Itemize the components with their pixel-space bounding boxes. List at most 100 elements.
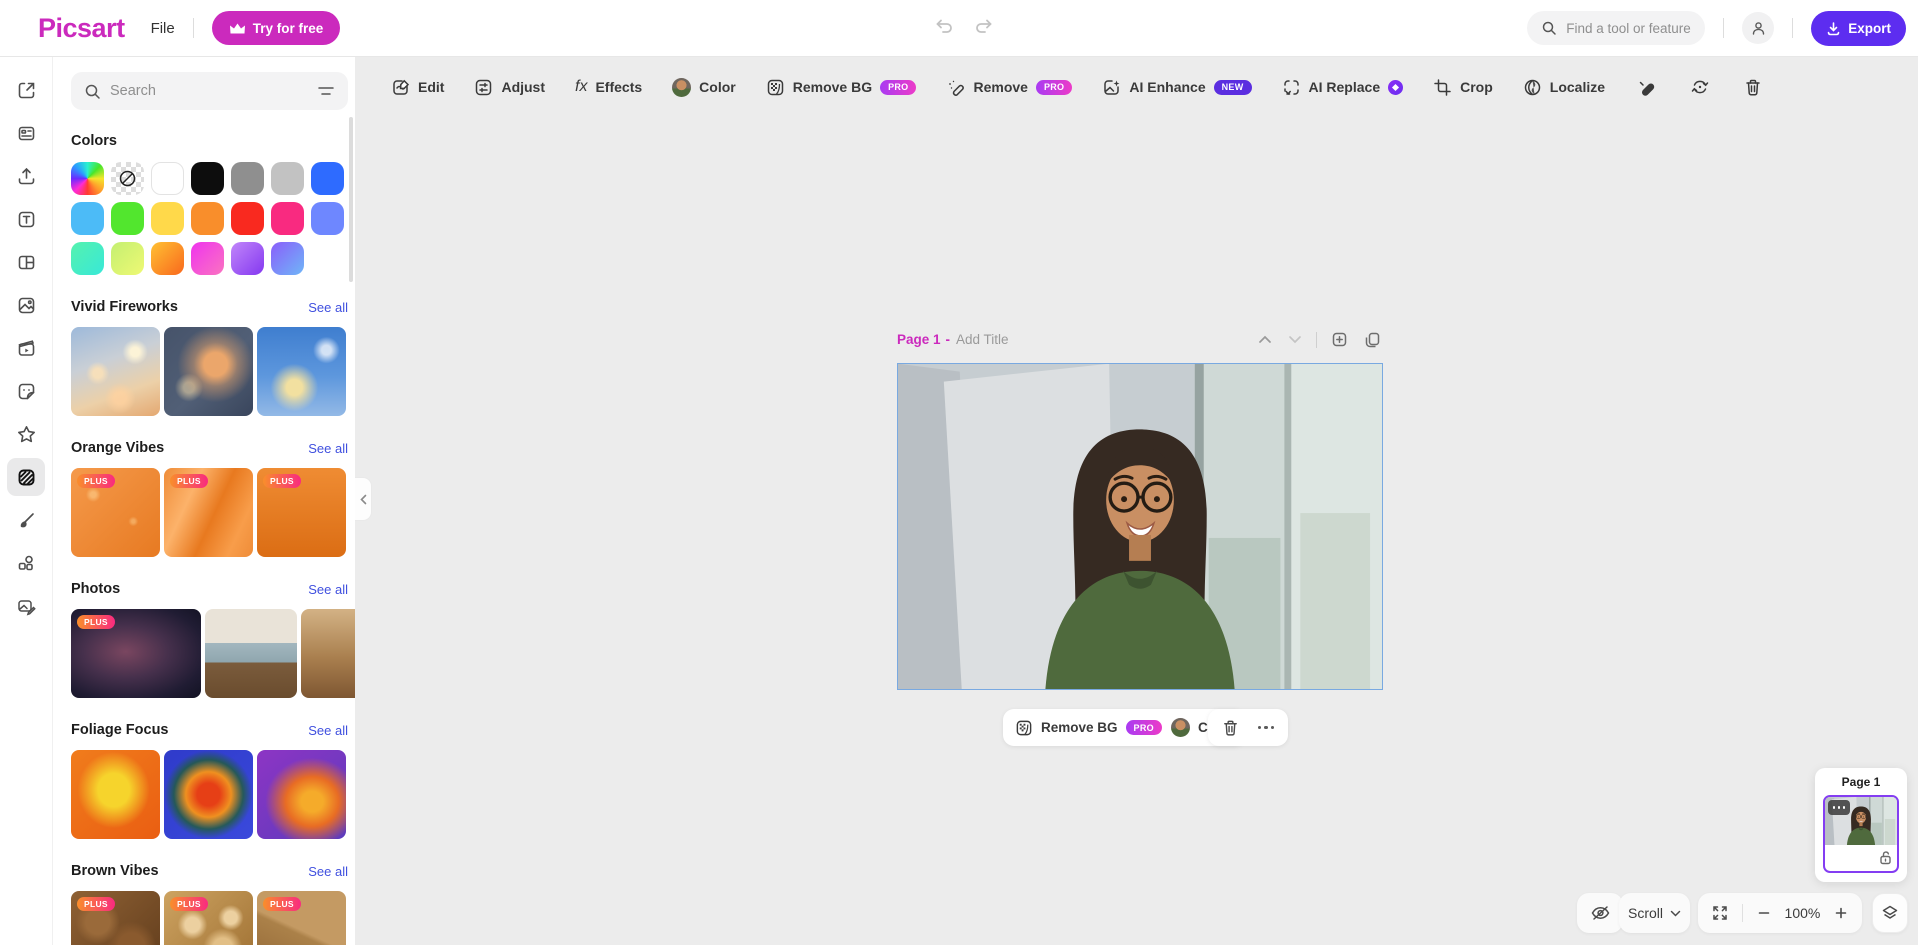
no-color-swatch[interactable]: [111, 162, 144, 195]
color-swatch[interactable]: [271, 202, 304, 235]
background-thumbnail[interactable]: [71, 750, 160, 839]
more-options-button[interactable]: [1250, 713, 1282, 742]
scroll-mode-dropdown[interactable]: Scroll: [1619, 893, 1690, 933]
layout-icon[interactable]: [7, 243, 45, 281]
remove-bg-button[interactable]: Remove BG PRO: [766, 78, 917, 97]
gradient-swatch[interactable]: [191, 242, 224, 275]
layers-button[interactable]: [1872, 893, 1908, 933]
see-all-link[interactable]: See all: [308, 723, 348, 738]
see-all-link[interactable]: See all: [308, 582, 348, 597]
panel-search-input[interactable]: [110, 83, 300, 99]
panel-search[interactable]: [71, 72, 348, 110]
see-all-link[interactable]: See all: [308, 300, 348, 315]
background-thumbnail[interactable]: [257, 750, 346, 839]
color-swatch[interactable]: [191, 202, 224, 235]
page-title-placeholder[interactable]: Add Title: [956, 332, 1009, 347]
delete-selection-button[interactable]: [1214, 713, 1246, 742]
color-swatch[interactable]: [231, 162, 264, 195]
background-thumbnail[interactable]: [257, 327, 346, 416]
fit-screen-button[interactable]: [1710, 903, 1730, 923]
elements-icon[interactable]: [7, 544, 45, 582]
color-swatch[interactable]: [311, 202, 344, 235]
duplicate-page-button[interactable]: [1362, 329, 1383, 350]
photos-icon[interactable]: [7, 286, 45, 324]
undo-button[interactable]: [932, 14, 956, 38]
background-thumbnail[interactable]: [71, 327, 160, 416]
draw-icon[interactable]: [7, 501, 45, 539]
color-swatch[interactable]: [111, 202, 144, 235]
background-thumbnail[interactable]: PLUS: [71, 468, 160, 557]
panel-scrollbar[interactable]: [349, 117, 353, 282]
rainbow-swatch[interactable]: [71, 162, 104, 195]
background-thumbnail[interactable]: PLUS: [71, 609, 201, 698]
hide-ui-button[interactable]: [1577, 893, 1623, 933]
gradient-swatch[interactable]: [111, 242, 144, 275]
gradient-swatch[interactable]: [271, 242, 304, 275]
background-thumbnail[interactable]: [164, 327, 253, 416]
zoom-level[interactable]: 100%: [1783, 905, 1822, 921]
find-tool-input[interactable]: [1566, 21, 1696, 36]
color-swatch[interactable]: [151, 202, 184, 235]
gradient-swatch[interactable]: [231, 242, 264, 275]
see-all-link[interactable]: See all: [308, 441, 348, 456]
try-for-free-button[interactable]: Try for free: [212, 11, 341, 45]
color-swatch[interactable]: [191, 162, 224, 195]
photo-editor-icon[interactable]: [7, 587, 45, 625]
color-swatch[interactable]: [231, 202, 264, 235]
page-more-button[interactable]: [1828, 800, 1850, 815]
zoom-in-button[interactable]: [1832, 904, 1850, 922]
text-icon[interactable]: [7, 200, 45, 238]
page-thumbnail[interactable]: [1823, 795, 1899, 873]
video-icon[interactable]: [7, 329, 45, 367]
move-page-up-button[interactable]: [1256, 333, 1274, 346]
color-swatch[interactable]: [271, 162, 304, 195]
redo-button[interactable]: [972, 14, 996, 38]
move-page-down-button[interactable]: [1286, 333, 1304, 346]
unlock-button[interactable]: [1878, 850, 1893, 868]
localize-button[interactable]: Localize: [1523, 78, 1605, 97]
gradient-swatch[interactable]: [71, 242, 104, 275]
effects-button[interactable]: fx Effects: [575, 78, 642, 96]
color-button[interactable]: Color: [672, 78, 736, 97]
star-icon[interactable]: [7, 415, 45, 453]
color-swatch[interactable]: [311, 162, 344, 195]
background-thumbnail[interactable]: PLUS: [257, 468, 346, 557]
resize-icon[interactable]: [7, 71, 45, 109]
user-avatar-button[interactable]: [1742, 12, 1774, 44]
background-thumbnail[interactable]: PLUS: [71, 891, 160, 945]
adjust-button[interactable]: Adjust: [474, 78, 545, 97]
zoom-out-button[interactable]: [1755, 904, 1773, 922]
page-label[interactable]: Page 1: [897, 332, 941, 347]
templates-icon[interactable]: [7, 114, 45, 152]
panel-collapse-handle[interactable]: [355, 477, 372, 521]
filter-icon[interactable]: [317, 84, 335, 98]
background-thumbnail[interactable]: [164, 750, 253, 839]
upload-icon[interactable]: [7, 157, 45, 195]
file-menu[interactable]: File: [151, 20, 175, 37]
see-all-link[interactable]: See all: [308, 864, 348, 879]
export-button[interactable]: Export: [1811, 11, 1906, 46]
gradient-swatch[interactable]: [151, 242, 184, 275]
background-thumbnail[interactable]: PLUS: [164, 468, 253, 557]
delete-button[interactable]: [1742, 76, 1764, 99]
backgrounds-icon[interactable]: [7, 458, 45, 496]
background-thumbnail[interactable]: [205, 609, 297, 698]
color-swatch[interactable]: [71, 202, 104, 235]
add-page-button[interactable]: [1329, 329, 1350, 350]
remove-bg-quick-button[interactable]: Remove BG PRO: [1015, 719, 1162, 737]
ai-replace-button[interactable]: AI Replace: [1282, 78, 1404, 97]
edit-button[interactable]: Edit: [391, 78, 444, 97]
eraser-tool-button[interactable]: [1635, 76, 1658, 99]
sticker-icon[interactable]: [7, 372, 45, 410]
background-thumbnail[interactable]: PLUS: [257, 891, 346, 945]
ai-enhance-button[interactable]: AI Enhance NEW: [1102, 78, 1251, 97]
background-thumbnail[interactable]: PLUS: [164, 891, 253, 945]
canvas-image[interactable]: [897, 363, 1383, 690]
remove-button[interactable]: Remove PRO: [946, 78, 1072, 97]
find-tool-search[interactable]: [1527, 11, 1705, 45]
crop-button[interactable]: Crop: [1433, 78, 1493, 97]
color-swatch[interactable]: [151, 162, 184, 195]
background-thumbnail[interactable]: [301, 609, 355, 698]
picsart-logo[interactable]: Picsart: [38, 13, 125, 44]
flip-rotate-button[interactable]: [1688, 75, 1712, 99]
